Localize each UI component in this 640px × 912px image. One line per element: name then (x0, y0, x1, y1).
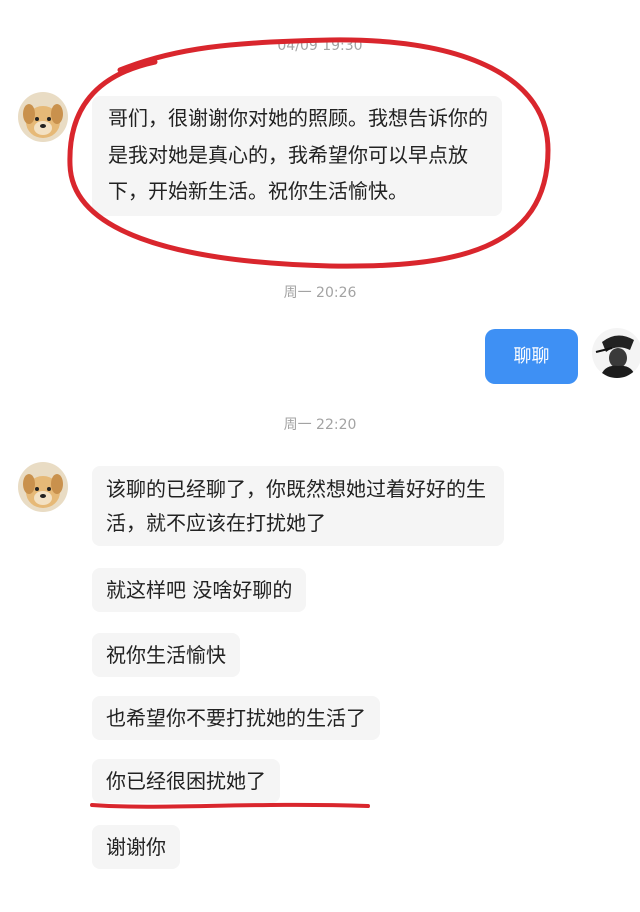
annotation-circle (67, 37, 551, 269)
annotation-underline (90, 802, 370, 809)
annotation-marks (67, 37, 551, 809)
